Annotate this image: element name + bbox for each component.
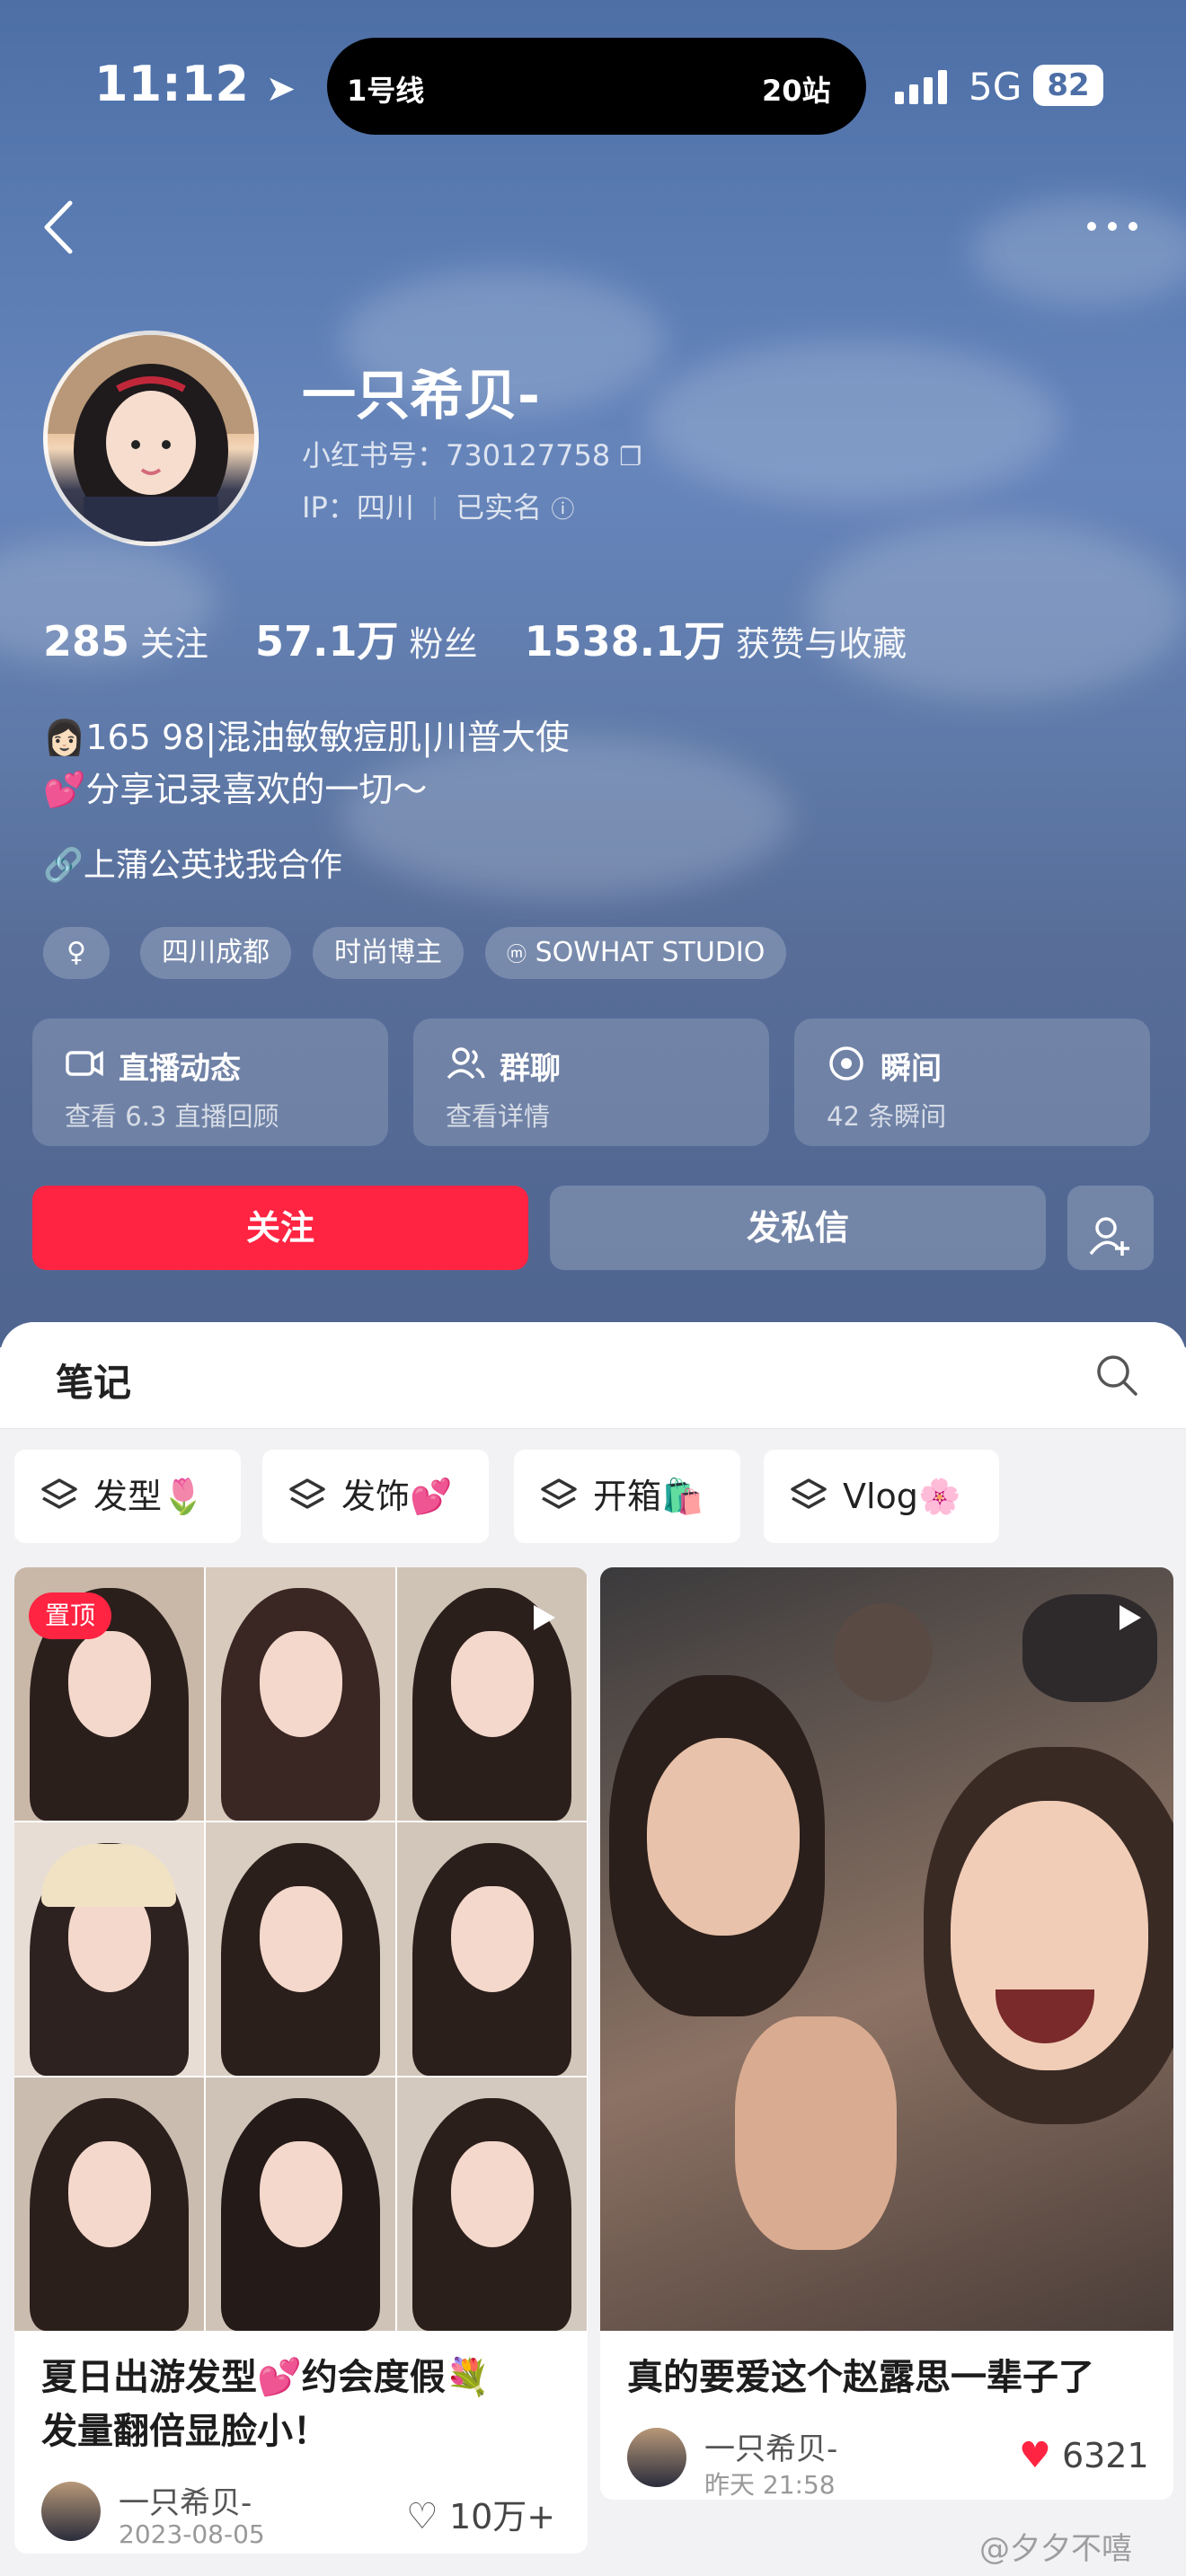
following-stat[interactable]: 285 关注 xyxy=(43,616,208,666)
live-card[interactable]: 直播动态 查看 6.3 直播回顾 xyxy=(32,1019,388,1146)
note-date: 2023-08-05 xyxy=(119,2519,265,2549)
author-avatar[interactable] xyxy=(627,2428,686,2487)
info-icon[interactable]: ⓘ xyxy=(551,497,574,524)
followers-stat[interactable]: 57.1万 粉丝 xyxy=(255,609,478,668)
mcn-icon: ⓜ xyxy=(507,944,527,966)
moments-card[interactable]: 瞬间 42 条瞬间 xyxy=(794,1019,1150,1146)
profile-name: 一只希贝- xyxy=(302,365,540,428)
author-name[interactable]: 一只希贝- xyxy=(704,2424,837,2468)
heart-outline-icon: ♡ xyxy=(406,2496,438,2537)
message-button[interactable]: 发私信 xyxy=(550,1186,1046,1270)
bio-line-1: 👩🏻165 98|混油敏敏痘肌|川普大使 xyxy=(43,718,570,757)
red-id: 小红书号：730127758 ❐ xyxy=(302,438,642,472)
collection-vlog[interactable]: Vlog🌸 xyxy=(764,1450,999,1543)
note-title-line-1: 夏日出游发型💕约会度假💐 xyxy=(41,2357,491,2398)
collection-unboxing[interactable]: 开箱🛍️ xyxy=(514,1450,740,1543)
category-tag: 时尚博主 xyxy=(313,927,464,979)
copy-icon[interactable]: ❐ xyxy=(619,442,642,472)
status-time: 11:12 ➤ xyxy=(94,56,296,112)
add-friend-button[interactable] xyxy=(1067,1186,1154,1270)
link-icon: 🔗 xyxy=(43,847,84,884)
video-play-icon xyxy=(527,1601,559,1637)
location-arrow-icon: ➤ xyxy=(265,68,296,110)
layers-icon xyxy=(541,1478,577,1509)
layers-icon xyxy=(41,1478,77,1509)
author-name[interactable]: 一只希贝- xyxy=(119,2478,252,2522)
bio-line-2: 💕分享记录喜欢的一切～ xyxy=(43,770,428,809)
note-cover-image: 置顶 xyxy=(14,1567,588,2331)
follow-button[interactable]: 关注 xyxy=(32,1186,528,1270)
cooperation-link[interactable]: 🔗上蒲公英找我合作 xyxy=(43,839,342,886)
note-card[interactable]: 真的要爱这个赵露思一辈子了 一只希贝- 昨天 21:58 ♥ 6321 xyxy=(600,1567,1173,2500)
moment-icon xyxy=(827,1044,866,1083)
signal-icon xyxy=(895,68,951,108)
group-chat-card[interactable]: 群聊 查看详情 xyxy=(413,1019,769,1146)
video-play-icon xyxy=(1112,1601,1145,1637)
gender-tag: ♀ xyxy=(43,927,110,979)
mcn-tag[interactable]: ⓜ SOWHAT STUDIO xyxy=(485,927,787,979)
back-icon[interactable] xyxy=(41,199,77,259)
like-button[interactable]: ♡ 10万+ xyxy=(406,2489,555,2538)
note-date: 昨天 21:58 xyxy=(704,2470,836,2500)
network-type: 5G xyxy=(969,65,1022,109)
tab-notes[interactable]: 笔记 xyxy=(56,1353,131,1407)
add-user-icon xyxy=(1088,1205,1133,1290)
pinned-badge: 置顶 xyxy=(29,1592,112,1639)
collection-accessories[interactable]: 发饰💕 xyxy=(262,1450,489,1543)
collection-hairstyle[interactable]: 发型🌷 xyxy=(14,1450,241,1543)
more-icon[interactable] xyxy=(1085,219,1139,236)
layers-icon xyxy=(791,1478,827,1509)
ip-info: IP：四川 ｜ 已实名 ⓘ xyxy=(302,490,575,525)
heart-filled-icon: ♥ xyxy=(1019,2435,1051,2476)
group-chat-icon xyxy=(446,1044,485,1083)
hearts-emoji-icon: 💕 xyxy=(43,770,86,809)
note-cover-image xyxy=(600,1567,1173,2331)
person-emoji-icon: 👩🏻 xyxy=(43,718,86,757)
location-tag: 四川成都 xyxy=(140,927,291,979)
transit-line: 1号线 xyxy=(347,74,425,108)
battery-icon: 82 xyxy=(1033,65,1103,106)
likes-stat[interactable]: 1538.1万 获赞与收藏 xyxy=(525,609,907,668)
avatar[interactable] xyxy=(43,331,259,546)
notes-tab-bar: 笔记 xyxy=(0,1322,1186,1429)
transit-stations: 20站 xyxy=(762,74,831,108)
live-camera-icon xyxy=(65,1044,104,1083)
like-button[interactable]: ♥ 6321 xyxy=(1019,2435,1149,2476)
author-avatar[interactable] xyxy=(41,2482,101,2541)
note-card[interactable]: 置顶 夏日出游发型💕约会度假💐 发量翻倍显脸小！ 一只希贝- 2023-08-0… xyxy=(14,1567,588,2554)
profile-stats: 285 关注 57.1万 粉丝 1538.1万 获赞与收藏 xyxy=(43,609,907,668)
watermark: @夕夕不嘻 xyxy=(979,2531,1132,2567)
note-title-line-1: 真的要爱这个赵露思一辈子了 xyxy=(627,2357,1094,2398)
search-icon[interactable] xyxy=(1094,1353,1139,1401)
note-title-line-2: 发量翻倍显脸小！ xyxy=(41,2411,329,2452)
layers-icon xyxy=(289,1478,325,1509)
